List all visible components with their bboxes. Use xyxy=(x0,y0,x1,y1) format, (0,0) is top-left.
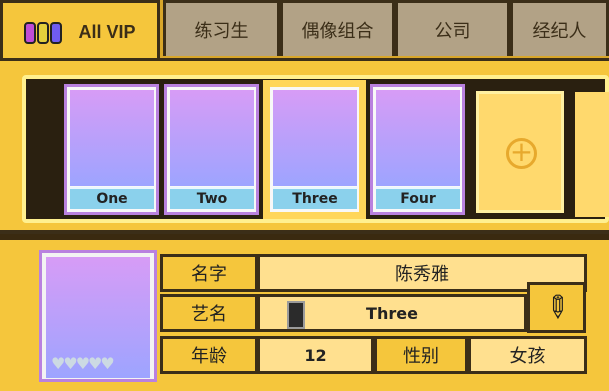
idol-card-name: Two xyxy=(170,187,254,209)
tab-label: 公司 xyxy=(434,20,471,42)
name-label: 名字 xyxy=(160,254,258,292)
stage-name-label: 艺名 xyxy=(160,294,258,332)
pencil-icon: ✎ xyxy=(535,286,578,329)
selected-idol-avatar: ♥♥♥♥♥ xyxy=(39,250,157,382)
idol-card-three[interactable]: Three xyxy=(267,84,362,215)
idol-card-name: Four xyxy=(376,187,460,209)
gender-label: 性别 xyxy=(374,336,468,374)
tab-idol-groups[interactable]: 偶像组合 xyxy=(280,0,395,56)
blue-bow-idol-icon xyxy=(70,90,154,186)
idol-card-name: Three xyxy=(273,187,357,209)
black-hat-idol-icon xyxy=(170,90,254,186)
edit-button[interactable]: ✎ xyxy=(527,282,586,333)
tab-label: All VIP xyxy=(78,22,136,42)
stage-name-value: Three xyxy=(257,294,527,332)
tab-trainees[interactable]: 练习生 xyxy=(163,0,280,56)
tab-all-vip[interactable]: All VIP xyxy=(0,0,160,62)
top-tab-bar: All VIP 练习生 偶像组合 公司 经纪人 xyxy=(0,0,609,62)
age-value: 12 xyxy=(257,336,374,374)
add-idol-slot[interactable]: + xyxy=(476,91,564,213)
tab-label: 经纪人 xyxy=(532,20,587,42)
red-rose-idol-icon xyxy=(376,90,460,186)
tab-label: 偶像组合 xyxy=(301,20,374,42)
heart-rating-icon: ♥♥♥♥♥ xyxy=(51,354,115,373)
idol-info-panel: ♥♥♥♥♥ 名字 陈秀雅 艺名 Three 年龄 12 性别 女孩 ✎ xyxy=(0,240,609,391)
idol-card-four[interactable]: Four xyxy=(370,84,465,215)
tab-label: 练习生 xyxy=(194,20,249,42)
idol-card-two[interactable]: Two xyxy=(164,84,259,215)
tab-agent[interactable]: 经纪人 xyxy=(510,0,609,56)
gender-value: 女孩 xyxy=(468,336,587,374)
next-card-preview xyxy=(575,92,609,217)
plus-icon: + xyxy=(506,138,537,169)
vip-icon xyxy=(24,21,63,44)
idol-card-name: One xyxy=(70,187,154,209)
age-label: 年龄 xyxy=(160,336,258,374)
microphone-icon xyxy=(287,301,305,329)
left-arrow-icon[interactable]: ◀ xyxy=(28,140,40,159)
idol-card-one[interactable]: One xyxy=(64,84,159,215)
tab-company[interactable]: 公司 xyxy=(395,0,510,56)
white-dress-idol-icon xyxy=(273,90,357,186)
